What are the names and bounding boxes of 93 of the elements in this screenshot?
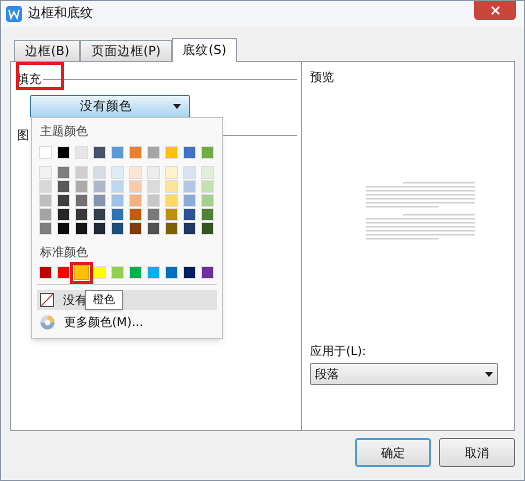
color-swatch[interactable]: [111, 180, 124, 193]
color-swatch[interactable]: [147, 194, 160, 207]
color-swatch[interactable]: [147, 180, 160, 193]
color-swatch[interactable]: [111, 146, 124, 159]
tooltip: 橙色: [85, 290, 123, 310]
color-swatch[interactable]: [165, 166, 178, 179]
color-swatch[interactable]: [111, 194, 124, 207]
close-icon: [488, 4, 502, 17]
color-swatch[interactable]: [147, 222, 160, 235]
color-swatch[interactable]: [39, 146, 52, 159]
color-swatch[interactable]: [57, 194, 70, 207]
color-swatch[interactable]: [147, 266, 160, 279]
color-swatch[interactable]: [39, 208, 52, 221]
color-swatch[interactable]: [183, 180, 196, 193]
caret-icon: [485, 372, 493, 376]
color-swatch[interactable]: [93, 180, 106, 193]
color-swatch[interactable]: [111, 222, 124, 235]
color-swatch[interactable]: [183, 194, 196, 207]
color-swatch[interactable]: [201, 266, 214, 279]
apply-to-dropdown[interactable]: 段落: [310, 363, 498, 385]
menu-item[interactable]: 更多颜色(M)...: [37, 312, 217, 332]
color-swatch[interactable]: [39, 180, 52, 193]
color-swatch[interactable]: [39, 222, 52, 235]
color-swatch[interactable]: [183, 166, 196, 179]
dialog-button[interactable]: 取消: [439, 438, 515, 467]
color-swatch[interactable]: [183, 222, 196, 235]
color-swatch[interactable]: [201, 180, 214, 193]
tab[interactable]: 底纹(S): [172, 38, 238, 62]
fill-color-dropdown[interactable]: 没有颜色: [30, 95, 190, 118]
color-swatch[interactable]: [57, 266, 70, 279]
color-swatch[interactable]: [183, 208, 196, 221]
color-swatch[interactable]: [165, 194, 178, 207]
app-logo-icon: [6, 6, 22, 22]
menu-heading: 主题颜色: [39, 123, 89, 140]
tab[interactable]: 页面边框(P): [80, 40, 172, 61]
pattern-label: 图: [17, 127, 29, 144]
color-swatch[interactable]: [39, 194, 52, 207]
color-swatch[interactable]: [57, 180, 70, 193]
color-swatch[interactable]: [111, 166, 124, 179]
color-swatch[interactable]: [129, 194, 142, 207]
apply-to-label: 应用于(L):: [310, 343, 368, 360]
color-swatch[interactable]: [201, 208, 214, 221]
no-color-icon: [40, 293, 54, 307]
color-swatch[interactable]: [129, 146, 142, 159]
color-swatch[interactable]: [93, 222, 106, 235]
color-swatch[interactable]: [39, 266, 52, 279]
tab[interactable]: 边框(B): [14, 40, 80, 61]
color-swatch[interactable]: [57, 166, 70, 179]
color-swatch[interactable]: [75, 208, 88, 221]
color-swatch[interactable]: [147, 166, 160, 179]
color-swatch[interactable]: [129, 208, 142, 221]
dialog-button[interactable]: 确定: [355, 438, 431, 467]
color-swatch[interactable]: [165, 146, 178, 159]
color-swatch[interactable]: [75, 180, 88, 193]
color-wheel-icon: [40, 314, 55, 330]
preview-label: 预览: [310, 69, 335, 86]
color-swatch[interactable]: [129, 166, 142, 179]
color-swatch[interactable]: [201, 194, 214, 207]
annotation-box: [16, 62, 64, 90]
color-swatch[interactable]: [129, 266, 142, 279]
color-swatch[interactable]: [39, 166, 52, 179]
color-swatch[interactable]: [165, 180, 178, 193]
color-swatch[interactable]: [75, 146, 88, 159]
color-swatch[interactable]: [111, 208, 124, 221]
color-swatch[interactable]: [93, 208, 106, 221]
color-swatch[interactable]: [75, 266, 88, 279]
color-swatch[interactable]: [165, 208, 178, 221]
color-swatch[interactable]: [201, 222, 214, 235]
color-swatch[interactable]: [201, 146, 214, 159]
color-swatch[interactable]: [75, 166, 88, 179]
color-swatch[interactable]: [183, 146, 196, 159]
color-swatch[interactable]: [129, 222, 142, 235]
color-swatch[interactable]: [93, 166, 106, 179]
color-swatch[interactable]: [147, 208, 160, 221]
color-swatch[interactable]: [129, 180, 142, 193]
color-swatch[interactable]: [57, 222, 70, 235]
color-swatch[interactable]: [111, 266, 124, 279]
color-swatch[interactable]: [57, 146, 70, 159]
color-swatch[interactable]: [147, 146, 160, 159]
color-swatch[interactable]: [165, 222, 178, 235]
color-swatch[interactable]: [93, 266, 106, 279]
color-swatch[interactable]: [93, 194, 106, 207]
color-swatch[interactable]: [75, 194, 88, 207]
caret-icon: [173, 104, 181, 109]
color-swatch[interactable]: [201, 166, 214, 179]
color-swatch[interactable]: [183, 266, 196, 279]
color-swatch[interactable]: [165, 266, 178, 279]
window-title: 边框和底纹: [28, 5, 93, 24]
color-swatch[interactable]: [57, 208, 70, 221]
color-swatch[interactable]: [75, 222, 88, 235]
close-button[interactable]: [474, 1, 516, 20]
color-swatch[interactable]: [93, 146, 106, 159]
menu-heading: 标准颜色: [39, 244, 89, 261]
